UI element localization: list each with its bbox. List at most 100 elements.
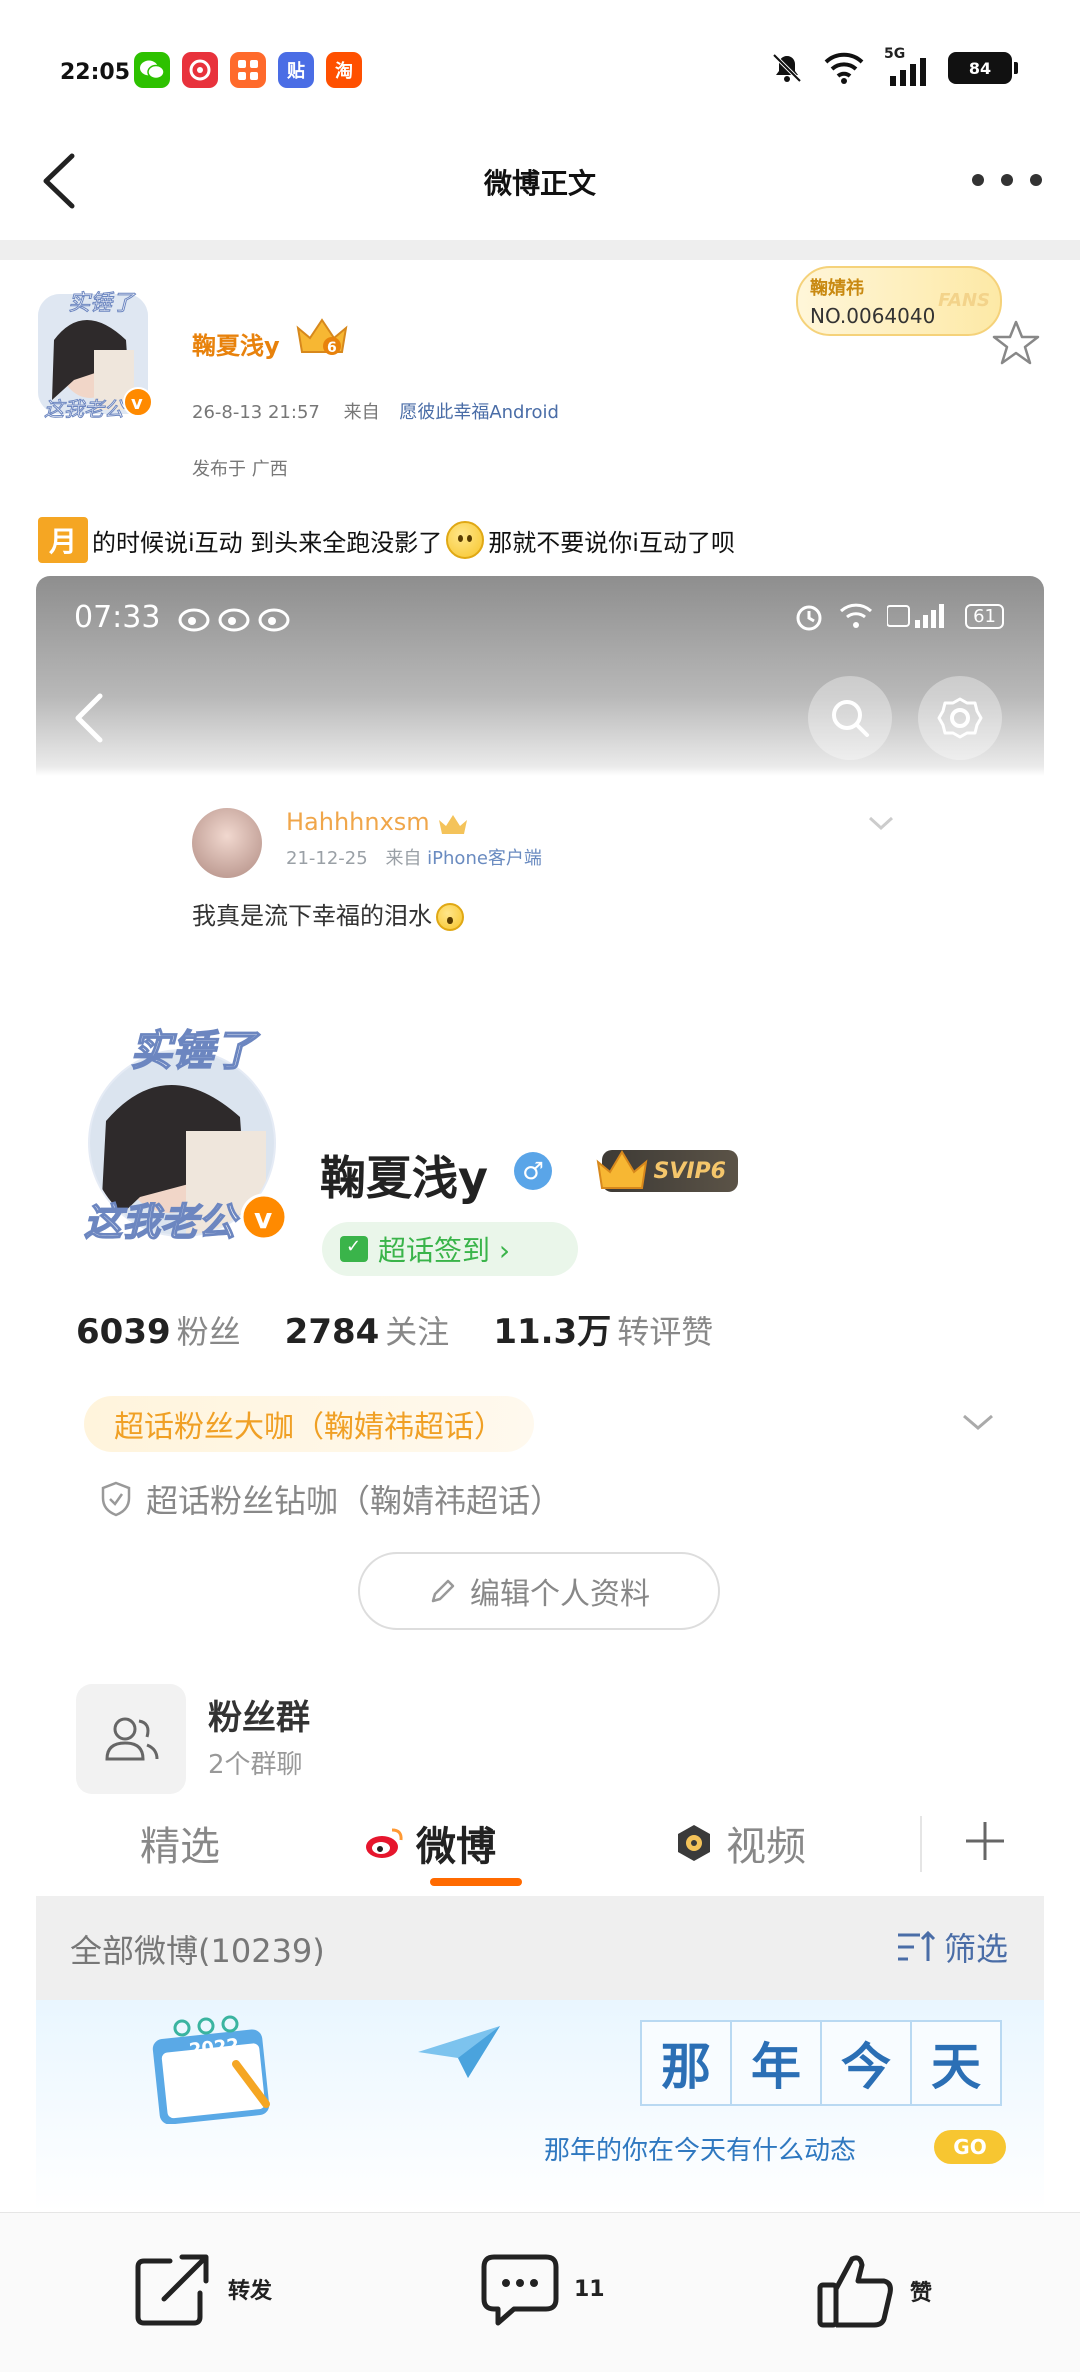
- svg-text:实锤了: 实锤了: [68, 291, 136, 316]
- favorite-button[interactable]: [990, 318, 1042, 372]
- shield-icon: [101, 1481, 131, 1517]
- comment-icon: [481, 2254, 559, 2326]
- tab-featured: 精选: [140, 1824, 220, 1870]
- nav-bar: 微博正文: [0, 130, 1080, 240]
- post-text-part2: 那就不要说你i互动了呗: [488, 528, 735, 557]
- plus-icon: [960, 1816, 1010, 1870]
- profile-tabs: 精选 微博 视频: [36, 1806, 1044, 1896]
- fans-badge[interactable]: 鞠婧祎 NO.0064040 FANS: [796, 266, 1002, 336]
- wifi-icon: [824, 52, 864, 84]
- active-tab-indicator: [430, 1878, 522, 1886]
- section-divider: [0, 240, 1080, 260]
- post-source[interactable]: 愿彼此幸福Android: [399, 402, 559, 423]
- post-text: 月 的时候说i互动 到头来全跑没影了 那就不要说你i互动了呗: [38, 515, 735, 565]
- banner-title: 那 年 今 天: [640, 2020, 1002, 2106]
- status-time: 22:05: [60, 60, 131, 85]
- profile-name: 鞠夏浅y: [320, 1151, 488, 1205]
- gear-icon: [918, 676, 1002, 760]
- source-prefix: 来自: [343, 402, 380, 423]
- star-icon: [992, 320, 1040, 365]
- paper-plane-icon: [414, 2022, 504, 2086]
- comment-button[interactable]: 11: [480, 2251, 605, 2327]
- svg-text:实锤了: 实锤了: [130, 1026, 261, 1075]
- pencil-icon: [431, 1579, 455, 1603]
- supertopic-checkin: 超话签到 ›: [322, 1222, 578, 1276]
- male-gender-icon: ♂: [514, 1152, 552, 1190]
- fan-group-subtitle: 2个群聊: [208, 1750, 303, 1780]
- stat-interactions: 11.3万 转评赞: [493, 1312, 714, 1352]
- app-red-icon: [182, 52, 218, 88]
- crown-badge-icon: 6: [292, 314, 352, 362]
- banner-go-badge: GO: [934, 2130, 1006, 2164]
- chevron-down-icon: [866, 814, 896, 838]
- tab-separator: [920, 1816, 922, 1872]
- post-text-part1: 的时候说i互动 到头来全跑没影了: [92, 528, 443, 557]
- comment-count: 11: [574, 2276, 605, 2302]
- tab-video: 视频: [674, 1814, 806, 1872]
- repost-label: 转发: [228, 2279, 273, 2304]
- stat-fans: 6039 粉丝: [76, 1312, 241, 1352]
- quoted-avatar: [192, 808, 262, 878]
- dot-icon: [1030, 174, 1042, 186]
- image-battery: 61: [965, 603, 1004, 629]
- filter-icon: [897, 1930, 936, 1961]
- like-button[interactable]: 赞: [816, 2251, 932, 2331]
- bottom-action-bar: 转发 11 赞: [0, 2212, 1080, 2372]
- tab-weibo: 微博: [364, 1814, 496, 1872]
- banner-char: 天: [910, 2020, 1002, 2106]
- video-icon: [678, 1825, 710, 1861]
- author-name[interactable]: 鞠夏浅y: [192, 326, 280, 361]
- smile-emoji-icon: [446, 521, 485, 559]
- like-label: 赞: [910, 2281, 933, 2306]
- more-button[interactable]: [972, 160, 1042, 200]
- fans-badge-number: NO.0064040: [810, 304, 936, 328]
- post-timestamp: 26-8-13 21:57: [192, 402, 320, 423]
- filter-button: 筛选: [896, 1924, 1008, 1970]
- weibo-notification-icons: [176, 602, 296, 639]
- chevron-down-icon: [960, 1412, 996, 1438]
- post-image[interactable]: 07:33 61 Hahhhnxsm 21-12-25 来自 iPhone客户端…: [36, 576, 1044, 2212]
- banner-char: 今: [820, 2020, 912, 2106]
- quoted-meta: 21-12-25 来自 iPhone客户端: [286, 844, 542, 870]
- repost-button[interactable]: 转发: [134, 2251, 272, 2327]
- image-status-time: 07:33: [74, 600, 161, 635]
- profile-avatar: 实锤了 这我老公 v: [70, 1021, 296, 1247]
- image-back-icon: [70, 690, 110, 750]
- fans-badge-label: FANS: [938, 290, 990, 311]
- status-bar: 22:05 贴 淘 5G 84: [0, 0, 1080, 130]
- dot-icon: [1001, 174, 1013, 186]
- author-avatar[interactable]: 实锤了 这我老公 v: [34, 280, 156, 424]
- memories-banner: 2022 那 年 今 天 那年的你在今天有什么动态 GO: [36, 2000, 1044, 2212]
- fans-badge-name: 鞠婧祎: [810, 278, 864, 299]
- wifi-icon: [840, 603, 873, 628]
- stat-following: 2784 关注: [284, 1312, 450, 1352]
- banner-subtitle: 那年的你在今天有什么动态: [544, 2136, 857, 2166]
- quoted-source: iPhone客户端: [427, 848, 542, 869]
- signal-5g-icon: 5G: [884, 46, 928, 86]
- search-icon: [808, 676, 892, 760]
- image-header: 07:33 61: [36, 576, 1044, 776]
- quoted-text: 我真是流下幸福的泪水: [192, 896, 468, 931]
- smile-emoji-icon: [436, 903, 464, 931]
- fan-group-title: 粉丝群: [208, 1698, 310, 1738]
- battery-indicator: 84: [948, 52, 1018, 84]
- svip-badge: SVIP6: [596, 1150, 738, 1192]
- quoted-timestamp: 21-12-25: [286, 848, 368, 869]
- post-location: 发布于 广西: [192, 459, 288, 480]
- image-status-right: 61: [793, 600, 1004, 632]
- filter-bar: 全部微博(10239) 筛选: [36, 1896, 1044, 2000]
- alarm-icon: [796, 605, 822, 631]
- signal-icon: [887, 604, 945, 628]
- notification-icons: 贴 淘: [134, 52, 362, 88]
- moon-badge: 月: [38, 517, 88, 563]
- quoted-source-prefix: 来自: [385, 848, 422, 869]
- banner-char: 年: [730, 2020, 822, 2106]
- edit-profile-button: 编辑个人资料: [358, 1552, 720, 1630]
- app-orange-icon: [230, 52, 266, 88]
- svg-text:这我老公: 这我老公: [84, 1200, 240, 1244]
- share-icon: [135, 2254, 209, 2326]
- post-meta: 26-8-13 21:57 来自 愿彼此幸福Android: [192, 398, 559, 424]
- weibo-logo-icon: [366, 1828, 403, 1858]
- fan-group-icon: [76, 1684, 186, 1794]
- fan-tag-gray: 超话粉丝钻咖（鞠婧祎超话）: [100, 1476, 562, 1522]
